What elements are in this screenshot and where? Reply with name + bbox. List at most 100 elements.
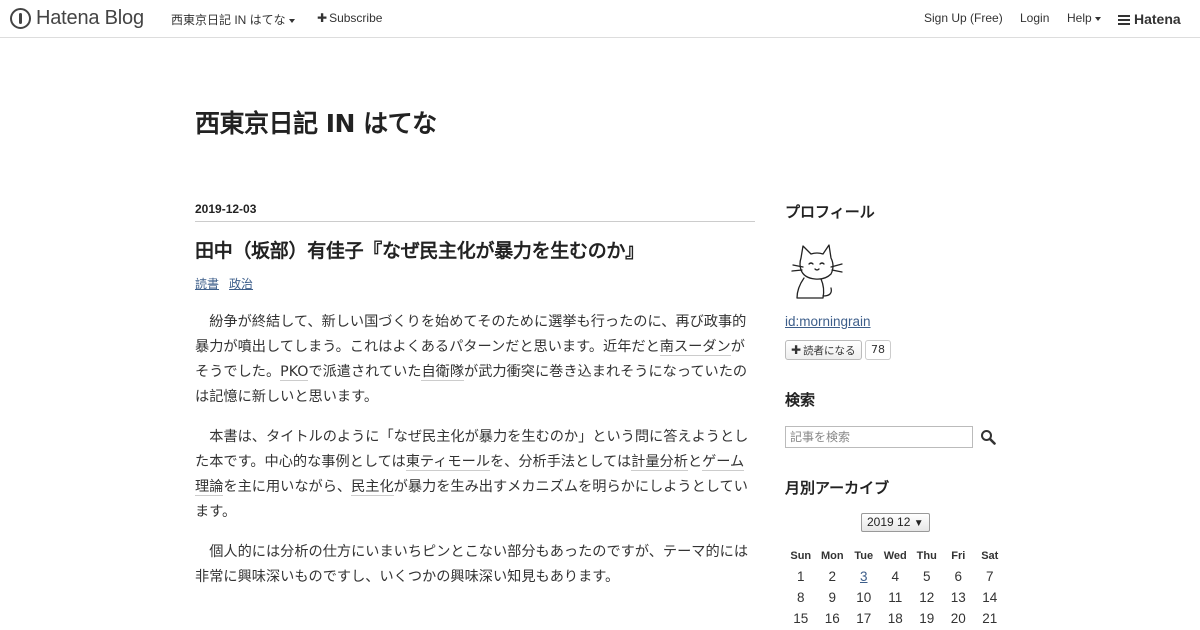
hatena-blog-logo[interactable]: Hatena Blog — [10, 6, 144, 30]
keyword-link[interactable]: 民主化 — [351, 479, 394, 496]
calendar-day-number: 19 — [919, 611, 935, 626]
subscribe-label: Subscribe — [329, 11, 383, 25]
calendar-day: 20 — [943, 608, 975, 629]
calendar-day: 10 — [848, 587, 880, 608]
weekday-label: Thu — [916, 550, 937, 562]
plus-icon: ✚ — [791, 343, 802, 357]
calendar-day-number: 5 — [922, 569, 931, 584]
calendar-day-number: 13 — [950, 590, 966, 605]
hatena-link[interactable]: Hatena — [1118, 11, 1181, 27]
entry-paragraph: 個人的には分析の仕方にいまいちピンとこない部分もあったのですが、テーマ的には非常… — [195, 544, 749, 585]
calendar-day-number: 3 — [859, 569, 868, 584]
keyword-link[interactable]: PKO — [280, 364, 309, 381]
weekday-label: Mon — [820, 550, 844, 562]
entry-body: 紛争が終結して、新しい国づくりを始めてそのために選挙も行ったのに、再び政事的暴力… — [195, 310, 755, 605]
keyword-link[interactable]: 東ティモール — [405, 454, 490, 471]
logo-text: Hatena Blog — [36, 6, 144, 29]
caret-down-icon: ▼ — [913, 518, 924, 529]
archive-month-select[interactable]: 2019 12 ▼ — [861, 513, 930, 532]
calendar-day-number: 17 — [856, 611, 872, 626]
search-heading: 検索 — [785, 391, 816, 409]
calendar-days: 1 2 3 4 5 6 7 8 9 10 11 12 13 14 15 16 17 18 19 20 21 — [785, 566, 1006, 629]
calendar-day: 18 — [880, 608, 912, 629]
calendar-day-number: 11 — [888, 590, 903, 605]
login-link[interactable]: Login — [1020, 11, 1049, 25]
blog-title[interactable]: 西東京日記 IN はてな — [195, 104, 437, 140]
calendar-day: 13 — [943, 587, 975, 608]
entry-date[interactable]: 2019-12-03 — [195, 202, 755, 222]
archive-heading: 月別アーカイブ — [785, 479, 890, 497]
calendar-weekday-row: Sun Mon Tue Wed Thu Fri Sat — [785, 546, 1006, 566]
help-dropdown[interactable]: Help — [1067, 11, 1101, 25]
calendar-day: 2 — [817, 566, 849, 587]
search-input[interactable] — [785, 426, 973, 448]
calendar-day: 6 — [943, 566, 975, 587]
calendar-day-number: 18 — [887, 611, 903, 626]
calendar-day-number: 20 — [950, 611, 966, 626]
calendar-day: 19 — [911, 608, 943, 629]
calendar-day: 4 — [880, 566, 912, 587]
keyword-link[interactable]: 計量分析 — [631, 454, 688, 471]
text-run: を主に用いながら、 — [223, 479, 352, 495]
blog-menu-label: 西東京日記 IN はてな — [171, 13, 286, 27]
calendar-day-number: 15 — [793, 611, 809, 626]
calendar-day-number: 21 — [982, 611, 998, 626]
calendar-day-number: 8 — [796, 590, 805, 605]
category-link[interactable]: 政治 — [229, 277, 253, 291]
calendar-day: 16 — [817, 608, 849, 629]
subscribe-reader-button[interactable]: ✚ 読者になる — [785, 340, 862, 360]
calendar-day-number: 1 — [796, 569, 805, 584]
calendar-day: 7 — [974, 566, 1006, 587]
calendar-day: 14 — [974, 587, 1006, 608]
calendar-day: 11 — [880, 587, 912, 608]
keyword-link[interactable]: 南スーダン — [659, 339, 731, 356]
archive-calendar: Sun Mon Tue Wed Thu Fri Sat 1 2 3 4 5 6 7 8 9 10 1… — [785, 546, 1006, 629]
calendar-week-row: 8 9 10 11 12 13 14 — [785, 587, 1006, 608]
calendar-day: 21 — [974, 608, 1006, 629]
weekday-label: Wed — [883, 550, 907, 562]
text-run: を、分析手法としては — [489, 454, 632, 470]
reader-count-badge[interactable]: 78 — [865, 340, 891, 360]
hatena-logo-icon — [1118, 15, 1130, 25]
calendar-day-number: 10 — [856, 590, 872, 605]
text-run: で派遣されていた — [308, 364, 422, 380]
global-header: Hatena Blog 西東京日記 IN はてな ✚ Subscribe Sign… — [0, 0, 1200, 38]
profile-id-link[interactable]: id:morningrain — [785, 314, 871, 329]
hatena-blog-logo-icon — [10, 7, 31, 29]
calendar-day: 15 — [785, 608, 817, 629]
signup-link[interactable]: Sign Up (Free) — [924, 11, 1003, 25]
category-link[interactable]: 読書 — [195, 277, 219, 291]
calendar-day: 9 — [817, 587, 849, 608]
text-run: と — [687, 454, 703, 470]
search-icon[interactable] — [980, 429, 996, 445]
plus-icon: ✚ — [317, 11, 328, 25]
entry-paragraph: 紛争が終結して、新しい国づくりを始めてそのために選挙も行ったのに、再び政事的暴力… — [195, 310, 755, 410]
calendar-day-number: 16 — [824, 611, 840, 626]
keyword-link[interactable]: 自衛隊 — [421, 364, 465, 381]
calendar-day-number: 6 — [954, 569, 962, 584]
weekday-label: Sat — [981, 550, 999, 562]
calendar-day-link[interactable]: 3 — [848, 566, 880, 587]
calendar-day: 8 — [785, 587, 817, 608]
calendar-week-row: 15 16 17 18 19 20 21 — [785, 608, 1006, 629]
calendar-day-number: 7 — [985, 569, 994, 584]
blog-menu-dropdown[interactable]: 西東京日記 IN はてな — [171, 11, 295, 28]
calendar-day-number: 4 — [891, 569, 899, 584]
subscribe-button[interactable]: ✚ Subscribe — [317, 11, 382, 25]
calendar-day-number: 12 — [919, 590, 935, 605]
archive-selected-value: 2019 12 — [867, 515, 911, 529]
weekday-label: Sun — [790, 550, 812, 562]
caret-down-icon — [288, 18, 295, 23]
entry-categories: 読書 政治 — [195, 275, 263, 292]
reader-button-label: 読者になる — [803, 345, 856, 357]
help-label: Help — [1067, 11, 1092, 25]
calendar-day-number: 14 — [982, 590, 998, 605]
calendar-day: 5 — [911, 566, 943, 587]
profile-heading: プロフィール — [785, 203, 875, 221]
entry-title[interactable]: 田中（坂部）有佳子『なぜ民主化が暴力を生むのか』 — [195, 236, 755, 263]
weekday-label: Fri — [951, 550, 966, 562]
entry-paragraph: 本書は、タイトルのように「なぜ民主化が暴力を生むのか」という問に答えようとした本… — [195, 425, 755, 525]
calendar-week-row: 1 2 3 4 5 6 7 — [785, 566, 1006, 587]
avatar[interactable] — [787, 240, 847, 302]
weekday-label: Tue — [854, 550, 874, 562]
